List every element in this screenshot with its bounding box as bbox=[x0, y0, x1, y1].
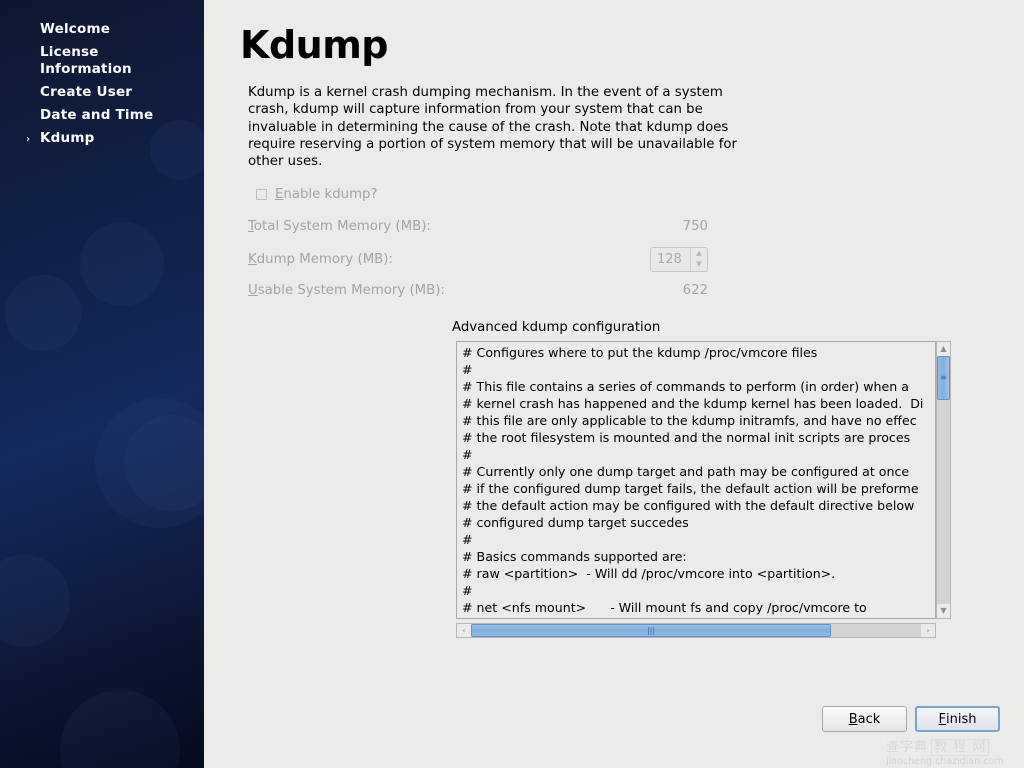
sidebar-item-create-user[interactable]: Create User bbox=[0, 84, 204, 101]
label-rest: sable System Memory (MB): bbox=[258, 283, 445, 298]
button-label-rest: inish bbox=[946, 712, 976, 727]
scroll-left-icon[interactable]: ‹ bbox=[457, 624, 471, 637]
scroll-down-icon[interactable]: ▼ bbox=[937, 604, 950, 618]
footer-buttons: Back Finish bbox=[822, 706, 1000, 732]
mnemonic-letter: U bbox=[248, 283, 258, 298]
chevron-right-icon: › bbox=[26, 131, 30, 148]
total-system-memory-value: 750 bbox=[683, 219, 708, 234]
spinner-buttons[interactable]: ▲ ▼ bbox=[690, 248, 707, 271]
advanced-config-textarea[interactable]: # Configures where to put the kdump /pro… bbox=[456, 341, 936, 619]
finish-button[interactable]: Finish bbox=[915, 706, 1000, 732]
vertical-scroll-track[interactable]: ≡ bbox=[937, 356, 950, 604]
usable-system-memory-label: Usable System Memory (MB): bbox=[248, 283, 445, 298]
sidebar-item-date-and-time[interactable]: Date and Time bbox=[0, 107, 204, 124]
sidebar-item-label: Welcome bbox=[40, 21, 110, 37]
total-system-memory-row: Total System Memory (MB): 750 bbox=[248, 216, 708, 236]
back-button[interactable]: Back bbox=[822, 706, 907, 732]
sidebar-item-label: Create User bbox=[40, 84, 132, 100]
sidebar-item-label: License Information bbox=[40, 44, 132, 77]
vertical-scrollbar[interactable]: ▲ ≡ ▼ bbox=[936, 341, 951, 619]
button-label-rest: ack bbox=[858, 712, 881, 727]
watermark-cn-part1: 查字典 bbox=[886, 740, 928, 755]
sidebar-item-label: Date and Time bbox=[40, 107, 153, 123]
sidebar-item-kdump[interactable]: › Kdump bbox=[0, 130, 204, 147]
spinner-down-icon[interactable]: ▼ bbox=[691, 259, 707, 271]
sidebar-item-welcome[interactable]: Welcome bbox=[0, 21, 204, 38]
enable-kdump-label: Enable kdump? bbox=[275, 187, 378, 202]
usable-system-memory-row: Usable System Memory (MB): 622 bbox=[248, 280, 708, 300]
watermark-url: jiaocheng.chazidian.com bbox=[886, 756, 1024, 768]
vertical-scroll-thumb[interactable]: ≡ bbox=[937, 356, 950, 400]
scroll-right-icon[interactable]: › bbox=[921, 624, 935, 637]
page-title: Kdump bbox=[240, 22, 388, 68]
horizontal-scroll-thumb[interactable]: ||| bbox=[471, 624, 831, 637]
main-content: Kdump Kdump is a kernel crash dumping me… bbox=[204, 0, 1024, 768]
watermark-cn-part2: 教 程 网 bbox=[931, 739, 989, 756]
decorative-circle bbox=[60, 690, 180, 768]
watermark: 查字典 教 程 网 jiaocheng.chazidian.com bbox=[886, 739, 1024, 768]
sidebar-item-license-information[interactable]: License Information bbox=[0, 44, 204, 78]
kdump-memory-row: Kdump Memory (MB): 128 ▲ ▼ bbox=[248, 246, 708, 272]
kdump-memory-spinner[interactable]: 128 ▲ ▼ bbox=[650, 247, 708, 272]
advanced-config-area: # Configures where to put the kdump /pro… bbox=[456, 341, 951, 644]
horizontal-scroll-track[interactable]: ||| bbox=[471, 624, 921, 637]
label-rest: nable kdump? bbox=[283, 187, 377, 202]
mnemonic-letter: K bbox=[248, 252, 257, 267]
label-rest: otal System Memory (MB): bbox=[254, 219, 431, 234]
enable-kdump-row[interactable]: Enable kdump? bbox=[256, 187, 378, 202]
page-description: Kdump is a kernel crash dumping mechanis… bbox=[248, 84, 742, 170]
advanced-config-label: Advanced kdump configuration bbox=[452, 320, 660, 335]
mnemonic-letter: B bbox=[849, 712, 858, 727]
sidebar-item-label: Kdump bbox=[40, 130, 94, 146]
sidebar: Welcome License Information Create User … bbox=[0, 0, 204, 768]
decorative-circle bbox=[5, 275, 81, 351]
kdump-memory-input[interactable]: 128 bbox=[651, 248, 690, 271]
scroll-up-icon[interactable]: ▲ bbox=[937, 342, 950, 356]
installer-nav: Welcome License Information Create User … bbox=[0, 21, 204, 147]
usable-system-memory-value: 622 bbox=[683, 283, 708, 298]
spinner-up-icon[interactable]: ▲ bbox=[691, 248, 707, 260]
watermark-chinese-text: 查字典 教 程 网 bbox=[886, 739, 1024, 756]
decorative-circle bbox=[80, 222, 164, 306]
horizontal-scrollbar[interactable]: ‹ ||| › bbox=[456, 623, 936, 638]
label-rest: dump Memory (MB): bbox=[257, 252, 393, 267]
mnemonic-letter: F bbox=[939, 712, 946, 727]
kdump-memory-label: Kdump Memory (MB): bbox=[248, 252, 393, 267]
decorative-circle bbox=[0, 555, 70, 647]
enable-kdump-checkbox[interactable] bbox=[256, 189, 267, 200]
total-system-memory-label: Total System Memory (MB): bbox=[248, 219, 431, 234]
